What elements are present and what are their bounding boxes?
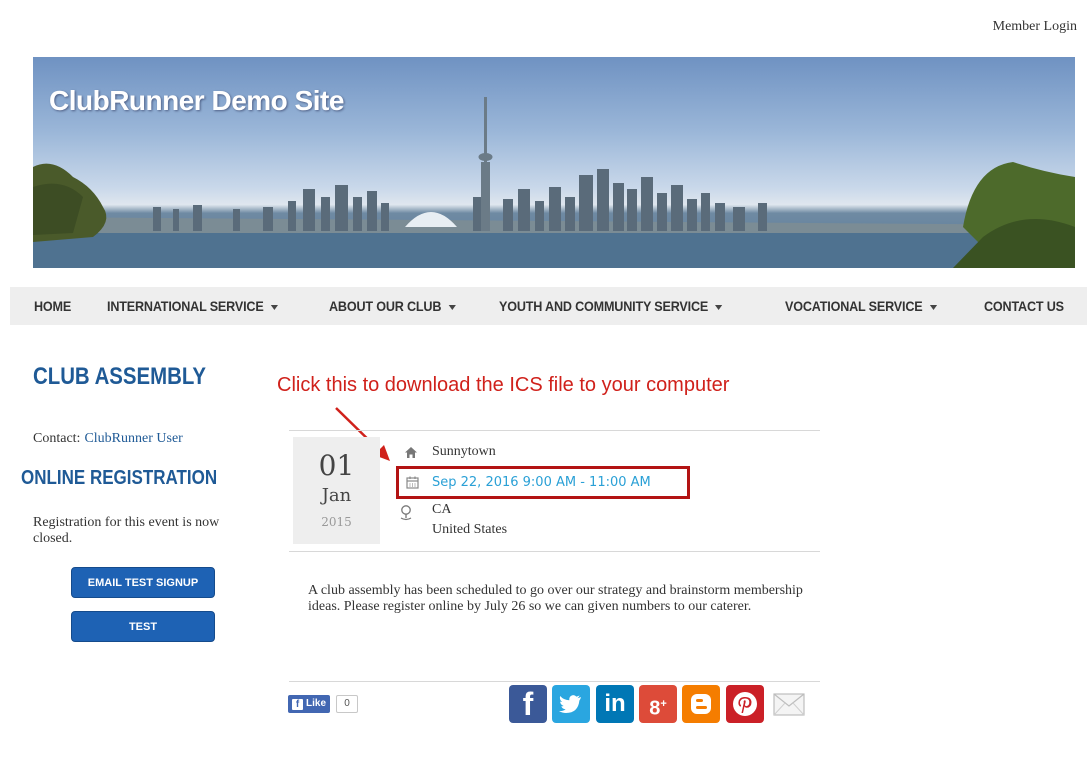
nav-about-our-club-label: ABOUT OUR CLUB — [329, 298, 442, 314]
nav-home-label: HOME — [34, 298, 72, 314]
nav-international-service-label: INTERNATIONAL SERVICE — [107, 298, 264, 314]
contact-name-link[interactable]: ClubRunner User — [84, 431, 182, 446]
like-count: 0 — [336, 695, 359, 713]
online-registration-heading: ONLINE REGISTRATION — [21, 467, 218, 489]
blogger-share-icon[interactable] — [682, 685, 720, 723]
home-icon — [405, 447, 417, 458]
email-test-signup-button[interactable]: EMAIL TEST SIGNUP — [71, 567, 215, 598]
event-location: Sunnytown — [432, 444, 496, 459]
event-year: 2015 — [321, 515, 352, 529]
email-share-icon[interactable] — [770, 685, 808, 723]
page-title: CLUB ASSEMBLY — [33, 363, 207, 390]
chevron-down-icon — [270, 304, 278, 310]
linkedin-share-icon[interactable]: in — [596, 685, 634, 723]
event-month: Jan — [321, 485, 352, 506]
pinterest-share-icon[interactable] — [726, 685, 764, 723]
member-login-link[interactable]: Member Login — [993, 19, 1077, 35]
calendar-icon — [406, 476, 419, 489]
pinterest-icon — [733, 692, 757, 716]
like-label: Like — [306, 698, 327, 709]
event-country: United States — [432, 522, 508, 537]
facebook-share-icon[interactable]: f — [509, 685, 547, 723]
main-nav: HOME INTERNATIONAL SERVICE ABOUT OUR CLU… — [10, 287, 1087, 325]
email-icon — [773, 693, 805, 716]
nav-youth-community-service[interactable]: YOUTH AND COMMUNITY SERVICE — [499, 287, 723, 325]
divider — [289, 551, 820, 552]
registration-status: Registration for this event is now close… — [33, 515, 220, 546]
nav-vocational-service[interactable]: VOCATIONAL SERVICE — [785, 287, 937, 325]
twitter-icon — [559, 695, 581, 713]
facebook-like-button[interactable]: f Like — [288, 695, 331, 713]
blogger-icon — [691, 694, 711, 714]
nav-international-service[interactable]: INTERNATIONAL SERVICE — [107, 287, 278, 325]
event-date-box: 01 Jan 2015 — [293, 437, 380, 544]
chevron-down-icon — [929, 304, 937, 310]
contact-label: Contact: — [33, 431, 81, 446]
facebook-like-widget: f Like 0 — [288, 695, 359, 713]
divider — [289, 681, 820, 682]
facebook-icon: f — [292, 698, 303, 710]
chevron-down-icon — [448, 304, 456, 310]
nav-contact-us[interactable]: CONTACT US — [984, 287, 1064, 325]
header-banner: ClubRunner Demo Site — [33, 57, 1075, 268]
google-plus-share-icon[interactable]: 8+ — [639, 685, 677, 723]
event-description: A club assembly has been scheduled to go… — [308, 583, 803, 614]
chevron-down-icon — [715, 304, 723, 310]
contact-line: Contact: ClubRunner User — [33, 431, 183, 447]
map-pin-icon — [400, 505, 412, 521]
nav-youth-community-service-label: YOUTH AND COMMUNITY SERVICE — [499, 298, 709, 314]
ics-download-link[interactable]: Sep 22, 2016 9:00 AM - 11:00 AM — [432, 475, 651, 490]
test-button[interactable]: TEST — [71, 611, 215, 642]
divider — [289, 430, 820, 431]
site-title[interactable]: ClubRunner Demo Site — [49, 85, 344, 117]
nav-vocational-service-label: VOCATIONAL SERVICE — [785, 298, 923, 314]
event-day: 01 — [318, 449, 355, 482]
nav-home[interactable]: HOME — [34, 287, 71, 325]
nav-about-our-club[interactable]: ABOUT OUR CLUB — [329, 287, 456, 325]
event-region: CA — [432, 502, 452, 517]
nav-contact-us-label: CONTACT US — [984, 298, 1064, 314]
annotation-text: Click this to download the ICS file to y… — [277, 374, 730, 396]
twitter-share-icon[interactable] — [552, 685, 590, 723]
